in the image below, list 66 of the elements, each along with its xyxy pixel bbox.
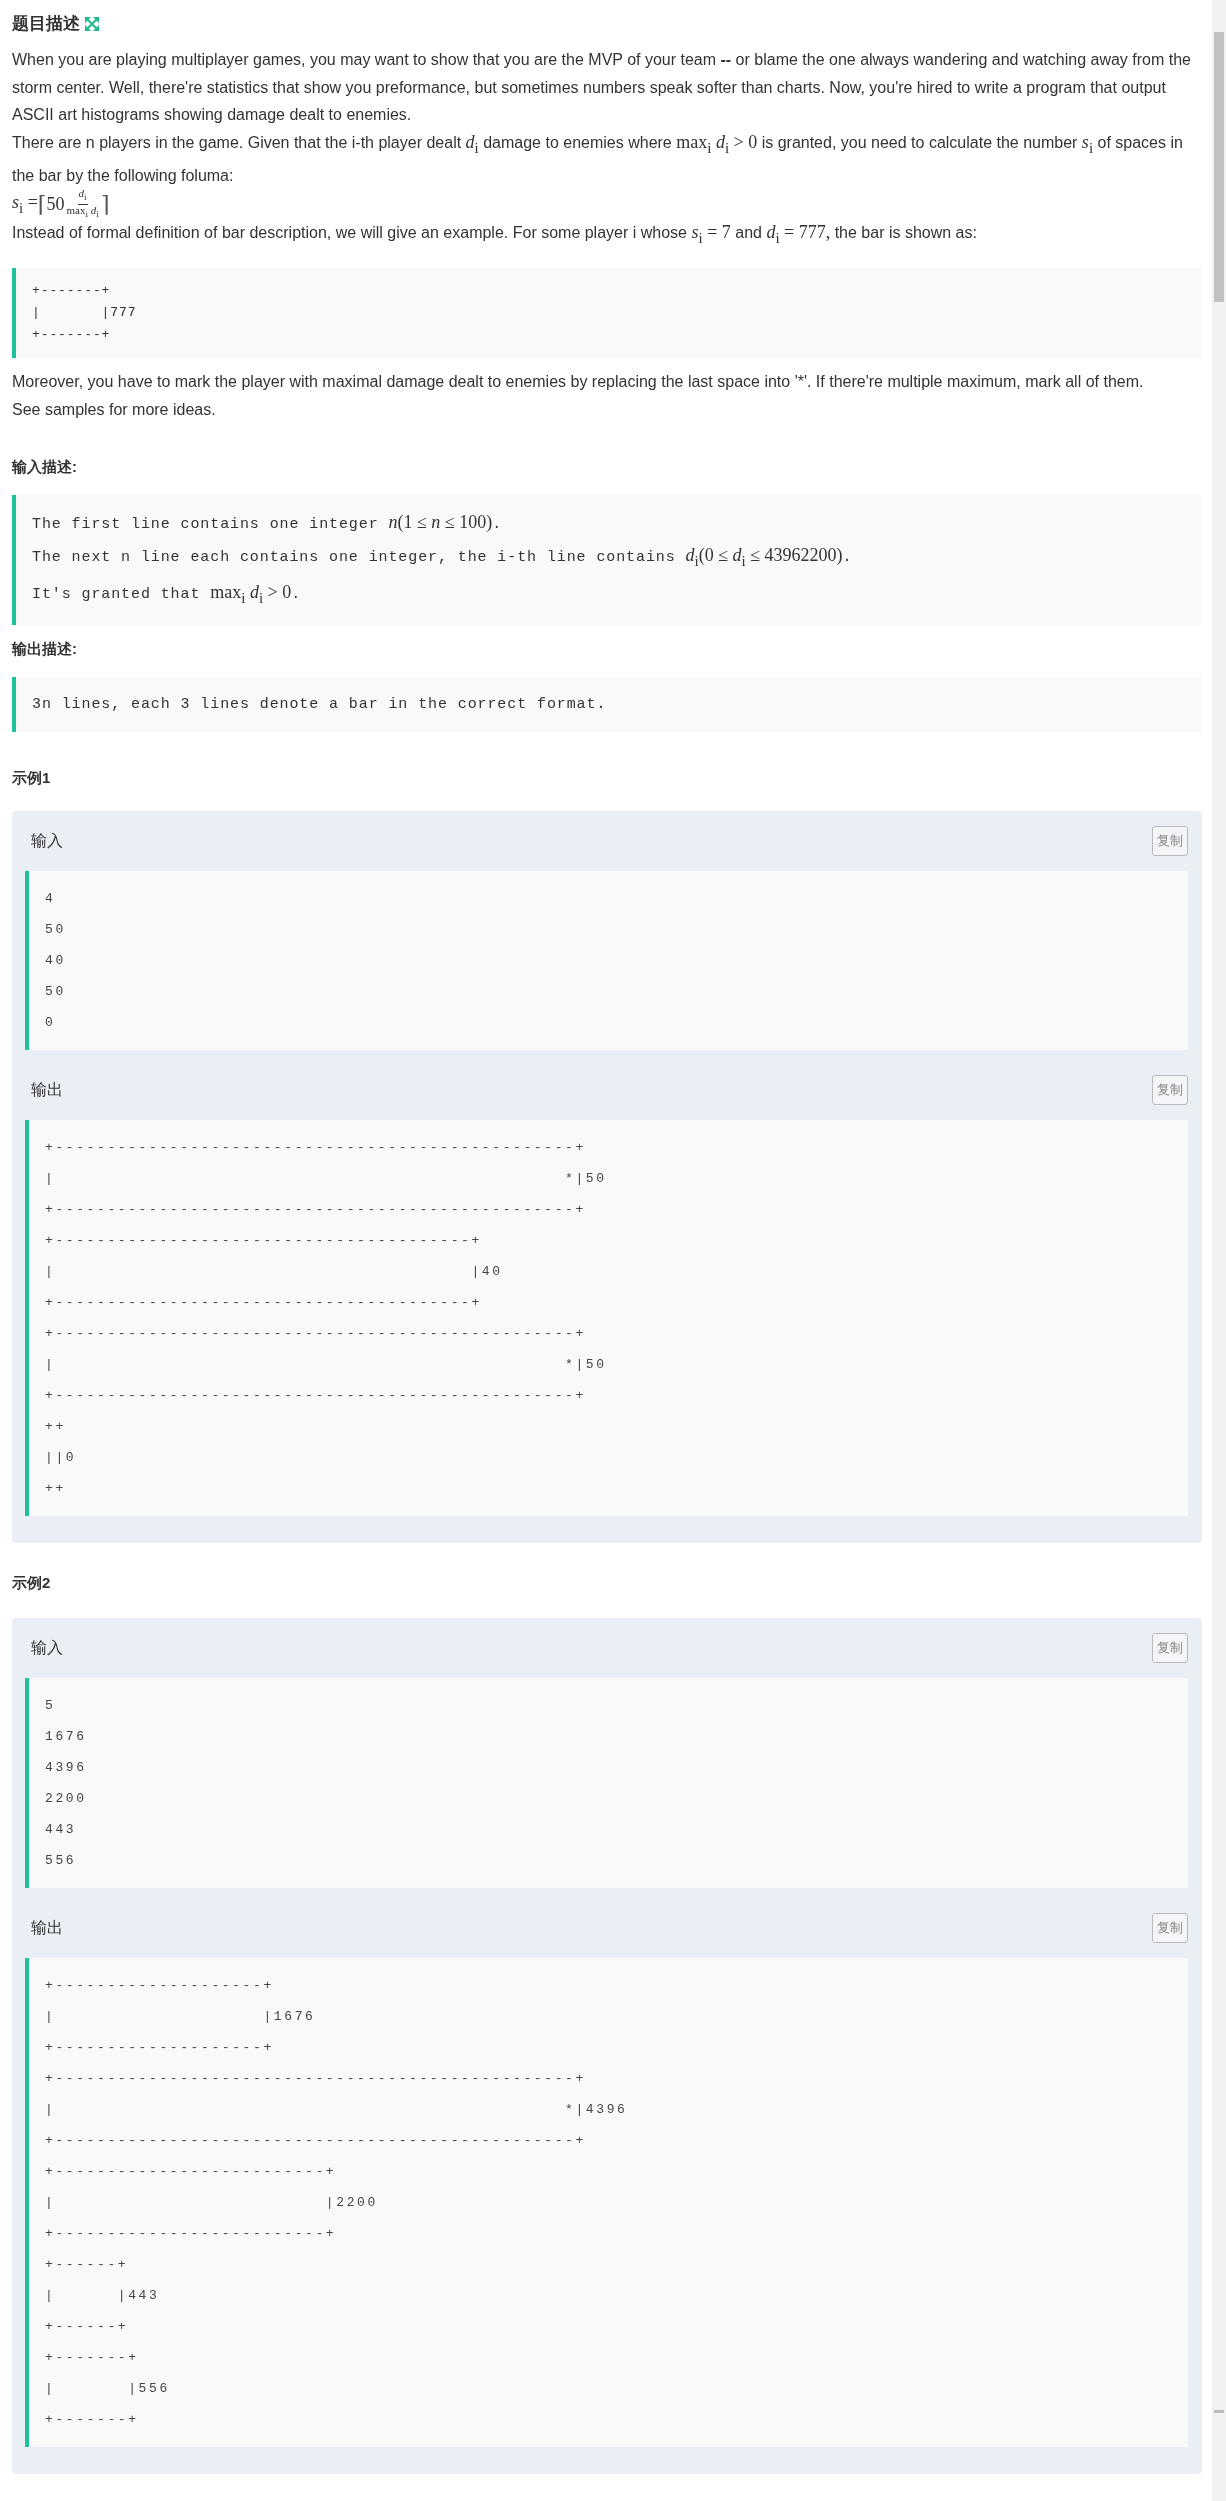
code-line: +--------------------------------------------------+ bbox=[45, 2070, 587, 2089]
code-line: +--------------------+ bbox=[45, 2039, 275, 2058]
code-line: +-------+ bbox=[32, 282, 112, 301]
paragraph: Instead of formal definition of bar description, we will give an example. For some player i whose s$_{i}$ = 7 and d$_{i}$ = 777, the bar is shown as: bbox=[12, 221, 978, 248]
io-label: 输出 bbox=[30, 1917, 63, 1938]
expand-icon[interactable] bbox=[85, 17, 99, 31]
code-line: | |1676 bbox=[45, 2008, 317, 2027]
code-line: | |443 bbox=[45, 2287, 161, 2306]
section-heading: 输出描述: bbox=[12, 639, 78, 660]
code-line: +----------------------------------------+ bbox=[45, 1232, 483, 1251]
copy-button[interactable]: 复制 bbox=[1152, 826, 1188, 857]
code-line: 4396 bbox=[45, 1759, 88, 1778]
code-line: +------+ bbox=[45, 2318, 130, 2337]
code-line: +--------------------------+ bbox=[45, 2225, 338, 2244]
code-line: 1676 bbox=[45, 1728, 88, 1747]
code-line: 0 bbox=[45, 1014, 57, 1033]
code-line: 50 bbox=[45, 983, 67, 1002]
code-line: +--------------------------------------------------+ bbox=[45, 1201, 587, 1220]
io-label: 输入 bbox=[30, 1637, 63, 1658]
code-line: +-------+ bbox=[45, 2349, 140, 2368]
code-line: 50 bbox=[45, 921, 67, 940]
code-line: | |556 bbox=[45, 2380, 171, 2399]
code-line: 556 bbox=[45, 1852, 78, 1871]
code-line: ||0 bbox=[45, 1449, 78, 1468]
code-line: +--------------------------------------------------+ bbox=[45, 2132, 587, 2151]
code-line: ++ bbox=[45, 1480, 67, 1499]
scrollbar[interactable] bbox=[1212, 0, 1226, 2501]
example-title: 示例1 bbox=[12, 768, 52, 789]
code-line: The first line contains one integer n(1 ≤ n ≤ 100). bbox=[32, 511, 504, 536]
code-line: ++ bbox=[45, 1418, 67, 1437]
paragraph: There are n players in the game. Given that the i-th player dealt d$_{i}$ damage to enemies where max$_{i}$ d$_{i}$ > 0 is granted, you need to calculate the number s$_{i}$ of spaces in the bar by the following foluma: bbox=[12, 130, 1184, 186]
section-heading: 输入描述: bbox=[12, 457, 78, 478]
code-line: | |2200 bbox=[45, 2194, 379, 2213]
paragraph: When you are playing multiplayer games, you may want to show that you are the MVP of your team -- or blame the one always wandering and watching away from the storm center. Well, there're statistics that show you preformance, but sometimes numbers speak softer than charts. Now, you're hired to write a program that output ASCII art histograms showing damage dealt to enemies. bbox=[12, 50, 1192, 125]
code-line: 3n lines, each 3 lines denote a bar in the correct format. bbox=[32, 695, 608, 716]
code-line: +-------+ bbox=[45, 2411, 140, 2430]
code-line: +--------------------------------------------------+ bbox=[45, 1139, 587, 1158]
code-line: It's granted that max$_{i}$ d$_{i}$ > 0. bbox=[32, 580, 303, 608]
code-line: +--------------------------------------------------+ bbox=[45, 1325, 587, 1344]
code-line: 5 bbox=[45, 1697, 57, 1716]
code-line: +------+ bbox=[45, 2256, 130, 2275]
paragraph: Moreover, you have to mark the player with maximal damage dealt to enemies by replacing the last space into '*'. If there're multiple maximum, mark all of them. bbox=[12, 372, 1145, 393]
copy-button[interactable]: 复制 bbox=[1152, 1633, 1188, 1664]
code-line: 40 bbox=[45, 952, 67, 971]
code-line: | *|4396 bbox=[45, 2101, 629, 2120]
code-line: 443 bbox=[45, 1821, 78, 1840]
code-line: +----------------------------------------+ bbox=[45, 1294, 483, 1313]
code-line: +-------+ bbox=[32, 326, 112, 345]
copy-button[interactable]: 复制 bbox=[1152, 1913, 1188, 1944]
io-label: 输入 bbox=[30, 830, 63, 851]
code-line: The next n line each contains one integer, the i-th line contains d$_{i}$(0 ≤ d$_{i}$ ≤ 43962200). bbox=[32, 544, 854, 571]
code-line: | |40 bbox=[45, 1263, 504, 1282]
example-title: 示例2 bbox=[12, 1573, 52, 1594]
code-line: | *|50 bbox=[45, 1170, 608, 1189]
copy-button[interactable]: 复制 bbox=[1152, 1075, 1188, 1106]
code-line: | |777 bbox=[32, 304, 138, 323]
scrollbar-thumb[interactable] bbox=[1214, 32, 1224, 302]
code-line: +--------------------------+ bbox=[45, 2163, 338, 2182]
code-line: 4 bbox=[45, 890, 57, 909]
code-line: +--------------------+ bbox=[45, 1977, 275, 1996]
code-line: | *|50 bbox=[45, 1356, 608, 1375]
io-label: 输出 bbox=[30, 1079, 63, 1100]
section-title: 题目描述 bbox=[12, 13, 80, 35]
code-line: 2200 bbox=[45, 1790, 88, 1809]
code-line: +--------------------------------------------------+ bbox=[45, 1387, 587, 1406]
paragraph: See samples for more ideas. bbox=[12, 399, 217, 420]
